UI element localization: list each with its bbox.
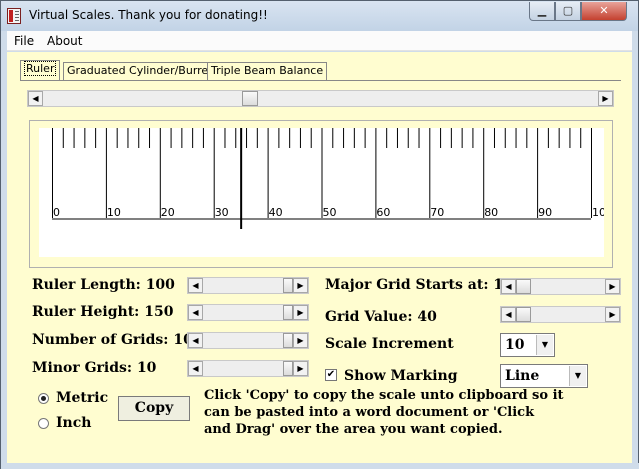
grid-value-label: Grid Value: 40 xyxy=(325,309,437,325)
close-button[interactable]: ✕ xyxy=(581,2,627,21)
tick-label: 80 xyxy=(484,206,498,219)
menu-about[interactable]: About xyxy=(47,34,82,48)
window-bottom-border xyxy=(1,463,639,469)
slider-thumb[interactable] xyxy=(516,279,531,294)
ruler-canvas[interactable]: 0 10 20 30 40 50 60 70 80 90 100 xyxy=(39,128,604,257)
show-marking-label: Show Marking xyxy=(344,368,458,384)
tick-label: 0 xyxy=(53,206,60,219)
major-grid-slider[interactable]: ◀ ▶ xyxy=(500,278,621,295)
tick-label: 70 xyxy=(430,206,444,219)
app-window: Virtual Scales. Thank you for donating!!… xyxy=(0,0,639,469)
ruler-graphic: 0 10 20 30 40 50 60 70 80 90 100 xyxy=(52,128,604,229)
ruler-scrollbar[interactable]: ◀ ▶ xyxy=(27,90,614,107)
tab-graduated-cylinder[interactable]: Graduated Cylinder/Burrette xyxy=(63,62,228,80)
maximize-button[interactable]: ▢ xyxy=(555,2,581,21)
tab-ruler[interactable]: Ruler xyxy=(20,60,61,81)
left-arrow-icon[interactable]: ◀ xyxy=(188,278,203,293)
window-title: Virtual Scales. Thank you for donating!! xyxy=(29,8,268,22)
copy-button[interactable]: Copy xyxy=(118,396,190,421)
ruler-display[interactable]: 0 10 20 30 40 50 60 70 80 90 100 xyxy=(29,120,613,268)
slider-thumb[interactable] xyxy=(283,361,293,376)
slider-thumb[interactable] xyxy=(283,278,293,293)
ruler-length-label: Ruler Length: 100 xyxy=(32,277,175,293)
menu-file[interactable]: File xyxy=(14,34,34,48)
scroll-right-arrow-icon[interactable]: ▶ xyxy=(598,91,613,106)
grid-value-slider[interactable]: ◀ ▶ xyxy=(500,306,621,323)
major-grid-label: Major Grid Starts at: 1 xyxy=(325,277,504,293)
inch-radio[interactable] xyxy=(38,418,49,429)
chevron-down-icon[interactable]: ▼ xyxy=(569,366,586,386)
ruler-length-slider[interactable]: ◀ ▶ xyxy=(187,277,309,294)
left-arrow-icon[interactable]: ◀ xyxy=(188,361,203,376)
tab-ruler-label: Ruler xyxy=(24,61,57,76)
scale-increment-value: 10 xyxy=(505,337,525,353)
metric-label: Metric xyxy=(56,390,109,406)
minimize-button[interactable]: ▁ xyxy=(529,2,555,21)
app-icon xyxy=(7,8,21,24)
inch-label: Inch xyxy=(56,415,92,431)
slider-thumb[interactable] xyxy=(283,305,293,320)
metric-radio[interactable] xyxy=(38,393,49,404)
right-arrow-icon[interactable]: ▶ xyxy=(605,307,620,322)
tick-label: 60 xyxy=(376,206,390,219)
tick-label: 20 xyxy=(161,206,175,219)
right-arrow-icon[interactable]: ▶ xyxy=(293,278,308,293)
chevron-down-icon[interactable]: ▼ xyxy=(536,335,553,355)
right-arrow-icon[interactable]: ▶ xyxy=(293,333,308,348)
menu-bar: File About xyxy=(7,31,632,51)
right-arrow-icon[interactable]: ▶ xyxy=(293,305,308,320)
tick-label: 10 xyxy=(107,206,121,219)
minor-grids-label: Minor Grids: 10 xyxy=(32,360,157,376)
help-text: Click 'Copy' to copy the scale unto clip… xyxy=(204,388,564,437)
left-arrow-icon[interactable]: ◀ xyxy=(501,307,516,322)
ruler-height-label: Ruler Height: 150 xyxy=(32,304,174,320)
left-arrow-icon[interactable]: ◀ xyxy=(501,279,516,294)
left-arrow-icon[interactable]: ◀ xyxy=(188,333,203,348)
scroll-thumb[interactable] xyxy=(242,91,259,106)
tick-label: 90 xyxy=(538,206,552,219)
scale-increment-label: Scale Increment xyxy=(325,336,454,352)
right-arrow-icon[interactable]: ▶ xyxy=(605,279,620,294)
main-panel: Ruler Graduated Cylinder/Burrette Triple… xyxy=(7,52,632,463)
scroll-left-arrow-icon[interactable]: ◀ xyxy=(28,91,43,106)
tab-triple-beam-balance[interactable]: Triple Beam Balance xyxy=(207,62,328,80)
minor-grids-slider[interactable]: ◀ ▶ xyxy=(187,360,309,377)
marking-style-select[interactable]: Line ▼ xyxy=(500,364,588,388)
number-of-grids-label: Number of Grids: 10 xyxy=(32,332,193,348)
tick-label: 100 xyxy=(592,206,604,219)
left-arrow-icon[interactable]: ◀ xyxy=(188,305,203,320)
slider-thumb[interactable] xyxy=(516,307,531,322)
right-arrow-icon[interactable]: ▶ xyxy=(293,361,308,376)
tick-label: 30 xyxy=(215,206,229,219)
slider-thumb[interactable] xyxy=(283,333,293,348)
marking-style-value: Line xyxy=(505,368,540,384)
number-of-grids-slider[interactable]: ◀ ▶ xyxy=(187,332,309,349)
show-marking-checkbox[interactable]: ✔ xyxy=(325,369,337,381)
scale-increment-select[interactable]: 10 ▼ xyxy=(500,333,555,357)
ruler-height-slider[interactable]: ◀ ▶ xyxy=(187,304,309,321)
tick-label: 50 xyxy=(323,206,337,219)
tick-label: 40 xyxy=(269,206,283,219)
title-bar[interactable]: Virtual Scales. Thank you for donating!!… xyxy=(1,1,638,31)
